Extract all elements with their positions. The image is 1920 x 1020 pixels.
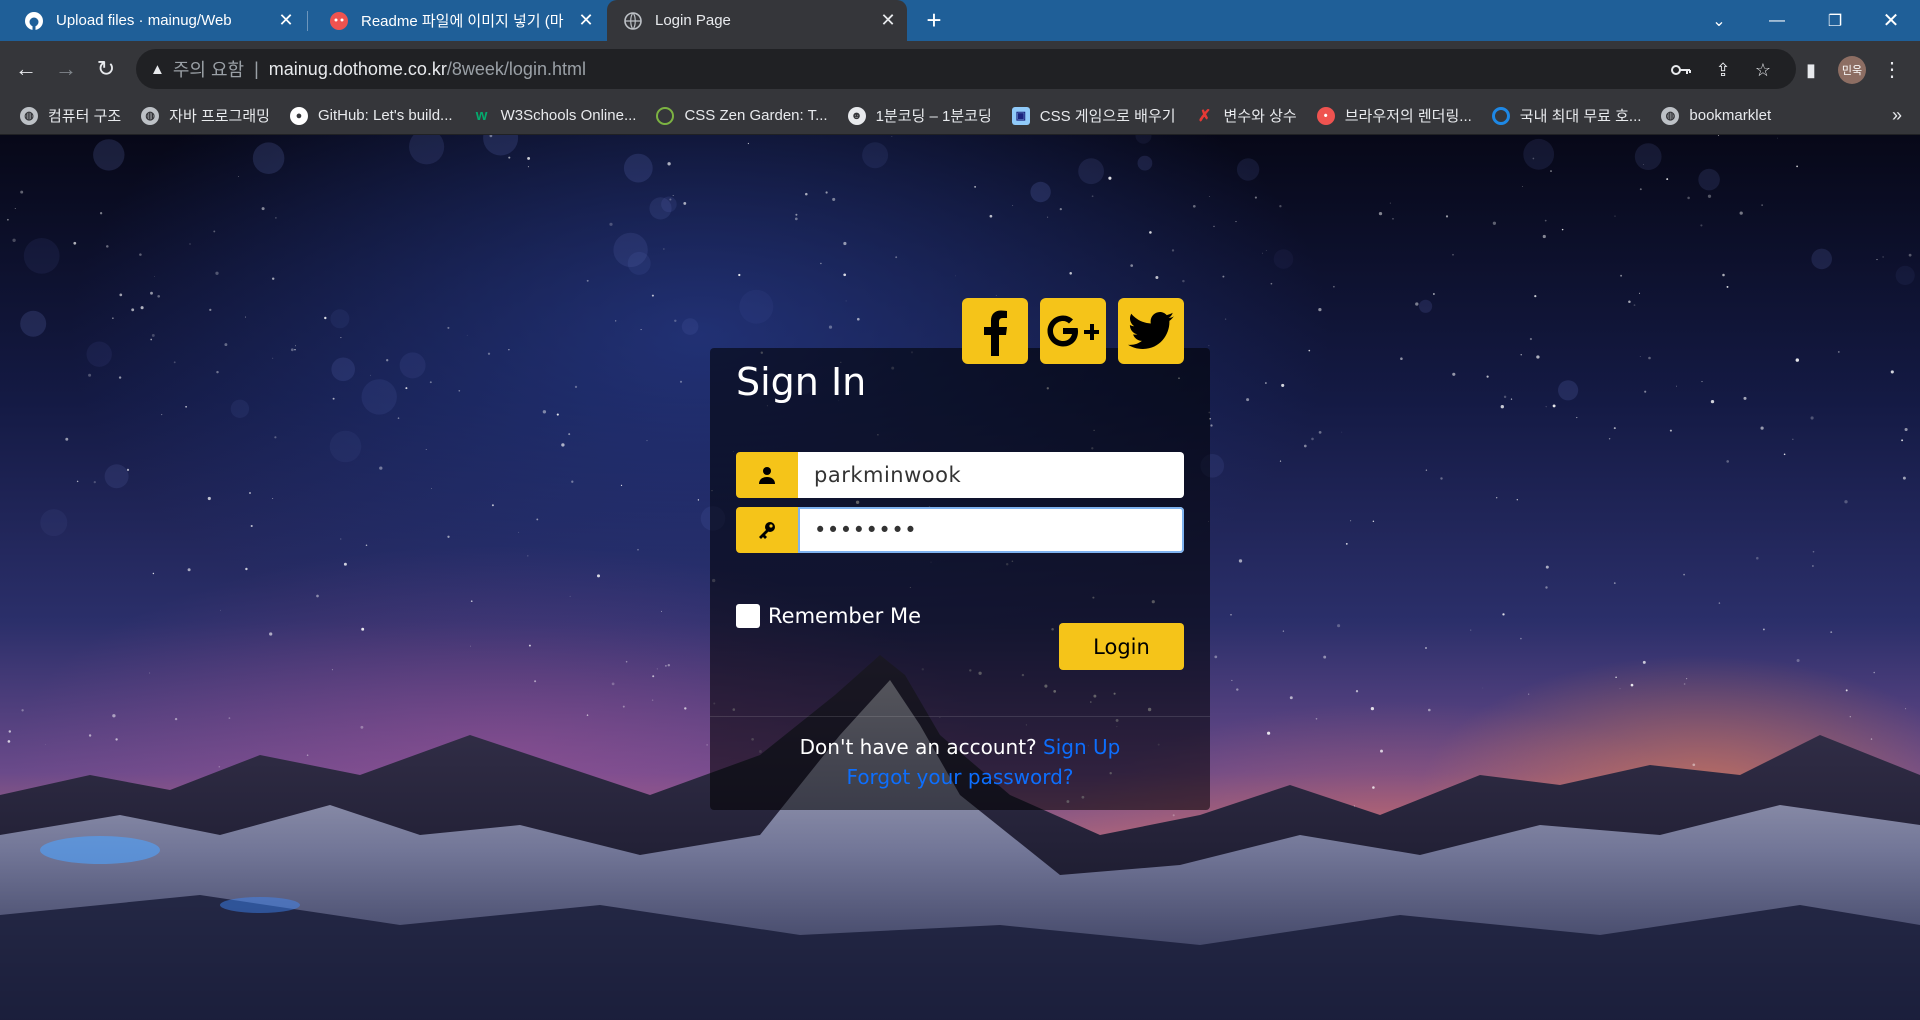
restore-icon[interactable]: ❐ (1806, 0, 1864, 41)
w3schools-icon: w (475, 107, 488, 124)
tab-title: Login Page (655, 12, 731, 29)
user-icon (736, 452, 798, 498)
username-field (736, 452, 1184, 498)
readme-icon (329, 11, 349, 31)
profile-avatar[interactable]: 민욱 (1838, 56, 1866, 84)
github-icon: ● (289, 106, 308, 125)
tab-login-page[interactable]: Login Page ✕ (607, 0, 907, 41)
menu-icon[interactable]: ⋮ (1880, 55, 1904, 85)
reload-icon[interactable]: ↻ (88, 51, 124, 87)
key-icon[interactable] (1670, 59, 1692, 81)
bookmark-item[interactable]: 국내 최대 무료 호... (1491, 105, 1642, 126)
remember-label: Remember Me (768, 604, 921, 628)
bookmark-label: 브라우저의 렌더링... (1344, 108, 1472, 125)
url-host[interactable]: mainug.dothome.co.kr (269, 59, 447, 80)
bookmark-item[interactable]: ☻ 1분코딩 – 1분코딩 (847, 105, 992, 126)
url-path[interactable]: /8week/login.html (447, 59, 586, 80)
bookmark-label: 컴퓨터 구조 (48, 108, 122, 125)
bookmark-label: CSS 게임으로 배우기 (1039, 108, 1176, 125)
remember-checkbox[interactable] (736, 604, 760, 628)
address-bar[interactable]: ▲ 주의 요함 | mainug.dothome.co.kr /8week/lo… (136, 49, 1796, 89)
login-card: Sign In Remember Me Login Don't have an … (710, 348, 1210, 810)
bookmark-star-icon[interactable]: ☆ (1752, 59, 1774, 81)
bookmark-item[interactable]: ● GitHub: Let's build... (289, 106, 453, 125)
facebook-button[interactable] (962, 298, 1028, 364)
forgot-line: Forgot your password? (710, 765, 1210, 789)
signup-line: Don't have an account? Sign Up (710, 735, 1210, 759)
key-icon (736, 507, 798, 553)
google-plus-button[interactable] (1040, 298, 1106, 364)
bookmark-label: CSS Zen Garden: T... (684, 107, 828, 124)
readme-icon: • (1316, 106, 1335, 125)
no-account-text: Don't have an account? (799, 735, 1037, 759)
bookmark-item[interactable]: w W3Schools Online... (473, 107, 637, 125)
warning-icon[interactable]: ▲ (150, 61, 165, 78)
bookmark-label: 국내 최대 무료 호... (1519, 108, 1642, 125)
bookmark-label: GitHub: Let's build... (317, 107, 453, 124)
bookmarks-bar: ◍ 컴퓨터 구조 ◍ 자바 프로그래밍 ● GitHub: Let's build..… (0, 97, 1920, 135)
security-label[interactable]: 주의 요함 (173, 56, 244, 82)
globe-icon: ◍ (20, 106, 38, 125)
close-tab-icon[interactable]: ✕ (877, 10, 899, 32)
address-divider: | (254, 58, 259, 79)
globe-icon (623, 11, 643, 31)
close-tab-icon[interactable]: ✕ (275, 10, 297, 32)
side-panel-icon[interactable]: ▮ (1800, 59, 1822, 81)
tab-upload-files[interactable]: Upload files · mainug/Web ✕ (0, 0, 305, 41)
minimize-icon[interactable]: — (1748, 0, 1806, 41)
new-tab-button[interactable]: + (920, 7, 948, 35)
bookmark-item[interactable]: ▣ CSS 게임으로 배우기 (1011, 105, 1176, 126)
password-field (736, 507, 1184, 553)
tab-title: Upload files · mainug/Web (56, 12, 232, 29)
browser-toolbar: ← → ↻ ▲ 주의 요함 | mainug.dothome.co.kr /8w… (0, 41, 1920, 97)
back-icon[interactable]: ← (8, 51, 44, 87)
bookmark-label: bookmarklet (1689, 107, 1772, 124)
google-plus-icon (1047, 315, 1099, 347)
close-window-icon[interactable]: ✕ (1862, 0, 1920, 41)
forward-icon[interactable]: → (48, 51, 84, 87)
bookmark-item[interactable]: ◍ 자바 프로그래밍 (141, 105, 270, 126)
globe-icon: ◍ (1661, 106, 1680, 125)
tab-title: Readme 파일에 이미지 넣기 (마 (361, 13, 564, 30)
more-bookmarks-icon[interactable]: » (1892, 105, 1902, 126)
password-input[interactable] (798, 507, 1184, 553)
bookmark-item[interactable]: ✗ 변수와 상수 (1196, 105, 1297, 126)
bookmark-item[interactable]: • 브라우저의 렌더링... (1316, 105, 1472, 126)
username-input[interactable] (798, 452, 1184, 498)
remember-me[interactable]: Remember Me (736, 604, 921, 628)
spiral-icon (1491, 106, 1510, 125)
close-tab-icon[interactable]: ✕ (575, 10, 597, 32)
bookmark-item[interactable]: ◍ 컴퓨터 구조 (20, 105, 121, 126)
bookmark-label: 1분코딩 – 1분코딩 (875, 108, 992, 125)
twitter-button[interactable] (1118, 298, 1184, 364)
twitter-icon (1128, 312, 1174, 349)
github-icon (24, 11, 44, 31)
bookmark-label: 자바 프로그래밍 (169, 108, 270, 125)
bookmark-item[interactable]: ◍ bookmarklet (1661, 106, 1772, 125)
forgot-password-link[interactable]: Forgot your password? (847, 765, 1074, 789)
bookmark-item[interactable]: CSS Zen Garden: T... (656, 106, 828, 125)
facebook-icon (984, 310, 1007, 356)
sign-in-heading: Sign In (736, 360, 867, 404)
bookmark-label: W3Schools Online... (500, 107, 637, 124)
tab-readme[interactable]: Readme 파일에 이미지 넣기 (마 ✕ (305, 0, 605, 41)
globe-icon: ◍ (141, 106, 160, 125)
bookmark-label: 변수와 상수 (1223, 108, 1297, 125)
login-button[interactable]: Login (1059, 623, 1184, 670)
tab-search-icon[interactable]: ⌄ (1690, 0, 1748, 41)
skull-icon: ☻ (847, 106, 866, 125)
share-icon[interactable]: ⇪ (1712, 59, 1734, 81)
game-icon: ▣ (1011, 106, 1030, 125)
card-footer: Don't have an account? Sign Up Forgot yo… (710, 716, 1210, 810)
zen-garden-icon (656, 106, 675, 125)
x-icon: ✗ (1197, 107, 1212, 125)
tab-strip: Upload files · mainug/Web ✕ Readme 파일에 이… (0, 0, 1920, 41)
page-background: Sign In Remember Me Login Don't have an … (0, 135, 1920, 1020)
sign-up-link[interactable]: Sign Up (1043, 735, 1120, 759)
